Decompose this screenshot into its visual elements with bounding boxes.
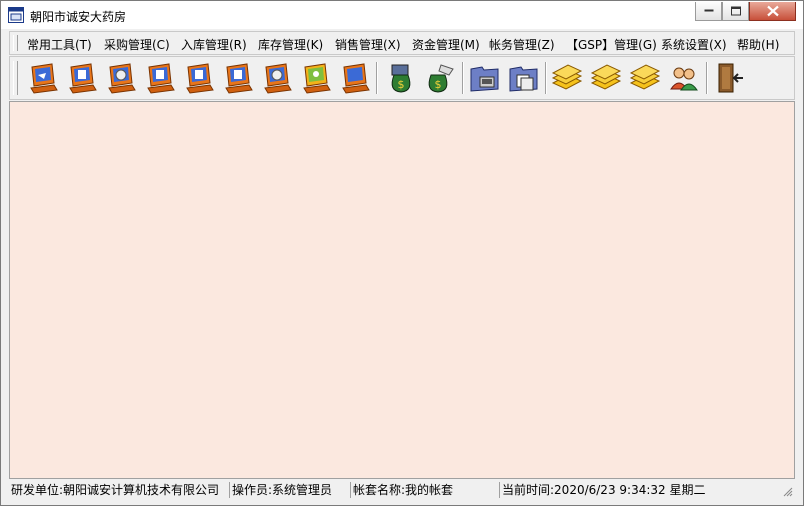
toolbar-button-4[interactable] — [143, 61, 177, 95]
toolbar-button-12[interactable] — [468, 61, 502, 95]
toolbar-separator — [462, 62, 464, 94]
title-bar[interactable]: 朝阳市诚安大药房 — [1, 1, 803, 29]
menu-accounts[interactable]: 帐务管理(Z) — [489, 36, 555, 53]
menu-common-tools[interactable]: 常用工具(T) — [27, 36, 92, 53]
computer-map-icon — [303, 63, 331, 94]
computer-doc-icon — [225, 63, 253, 94]
menu-purchase[interactable]: 采购管理(C) — [104, 36, 170, 53]
computer-icon — [342, 63, 370, 94]
computer-doc-icon — [186, 63, 214, 94]
close-button[interactable] — [749, 2, 796, 21]
minimize-button[interactable] — [695, 2, 722, 21]
folder-computer-icon — [470, 66, 499, 92]
app-window: 朝阳市诚安大药房 常用工具(T) 采购管理(C) 入库管理(R) 库存管理(K)… — [0, 0, 804, 506]
toolbar-button-9[interactable] — [338, 61, 372, 95]
folder-copy-icon — [509, 66, 538, 92]
minimize-icon — [704, 9, 713, 12]
toolbar-separator — [545, 62, 547, 94]
toolbar-button-8[interactable] — [299, 61, 333, 95]
users-icon — [670, 67, 698, 91]
money-bag-icon: $ — [391, 64, 411, 93]
menu-inventory[interactable]: 库存管理(K) — [258, 36, 323, 53]
book-stack-icon — [629, 64, 661, 90]
menu-gsp[interactable]: 【GSP】管理(G) — [566, 36, 657, 53]
close-icon — [766, 5, 779, 17]
toolbar-grip[interactable] — [13, 61, 18, 95]
toolbar-button-16[interactable] — [628, 61, 662, 95]
toolbar-button-1[interactable] — [26, 61, 60, 95]
computer-disc-icon — [108, 63, 136, 94]
menu-stock-in[interactable]: 入库管理(R) — [181, 36, 247, 53]
toolbar-button-10[interactable]: $ — [384, 61, 418, 95]
mdi-client-area[interactable] — [9, 101, 795, 479]
status-account-set: 帐套名称:我的帐套 — [351, 482, 500, 498]
book-stack-icon — [551, 64, 583, 90]
menu-help[interactable]: 帮助(H) — [737, 36, 779, 53]
menu-sales[interactable]: 销售管理(X) — [335, 36, 401, 53]
menu-settings[interactable]: 系统设置(X) — [661, 36, 727, 53]
toolbar-button-3[interactable] — [104, 61, 138, 95]
toolbar-button-13[interactable] — [507, 61, 541, 95]
money-bag-hand-icon: $ — [428, 64, 454, 93]
toolbar-button-7[interactable] — [260, 61, 294, 95]
status-bar: 研发单位:朝阳诚安计算机技术有限公司 操作员:系统管理员 帐套名称:我的帐套 当… — [9, 481, 795, 499]
toolbar-separator — [376, 62, 378, 94]
toolbar-button-15[interactable] — [589, 61, 623, 95]
menubar-grip[interactable] — [13, 35, 18, 51]
app-icon — [8, 7, 24, 23]
maximize-icon — [730, 6, 741, 16]
toolbar-button-14[interactable] — [550, 61, 584, 95]
toolbar-separator — [706, 62, 708, 94]
menu-funds[interactable]: 资金管理(M) — [412, 36, 480, 53]
toolbar-button-5[interactable] — [182, 61, 216, 95]
toolbar: $ $ — [9, 56, 795, 100]
computer-disc-icon — [264, 63, 292, 94]
toolbar-button-6[interactable] — [221, 61, 255, 95]
maximize-button[interactable] — [722, 2, 749, 21]
toolbar-button-exit[interactable] — [713, 61, 747, 95]
resize-grip-icon[interactable] — [783, 487, 793, 497]
computer-doc-icon — [69, 63, 97, 94]
window-title: 朝阳市诚安大药房 — [30, 10, 127, 24]
menu-bar: 常用工具(T) 采购管理(C) 入库管理(R) 库存管理(K) 销售管理(X) … — [9, 31, 795, 55]
toolbar-button-17[interactable] — [667, 61, 701, 95]
toolbar-button-2[interactable] — [65, 61, 99, 95]
computer-arrow-icon — [30, 63, 58, 94]
computer-doc-icon — [147, 63, 175, 94]
status-operator: 操作员:系统管理员 — [230, 482, 351, 498]
svg-text:$: $ — [398, 78, 405, 91]
book-stack-icon — [590, 64, 622, 90]
svg-text:$: $ — [435, 78, 442, 91]
toolbar-button-11[interactable]: $ — [423, 61, 457, 95]
status-current-time: 当前时间:2020/6/23 9:34:32 星期二 — [502, 483, 706, 497]
exit-door-icon — [718, 63, 743, 93]
status-developer: 研发单位:朝阳诚安计算机技术有限公司 — [9, 482, 230, 498]
